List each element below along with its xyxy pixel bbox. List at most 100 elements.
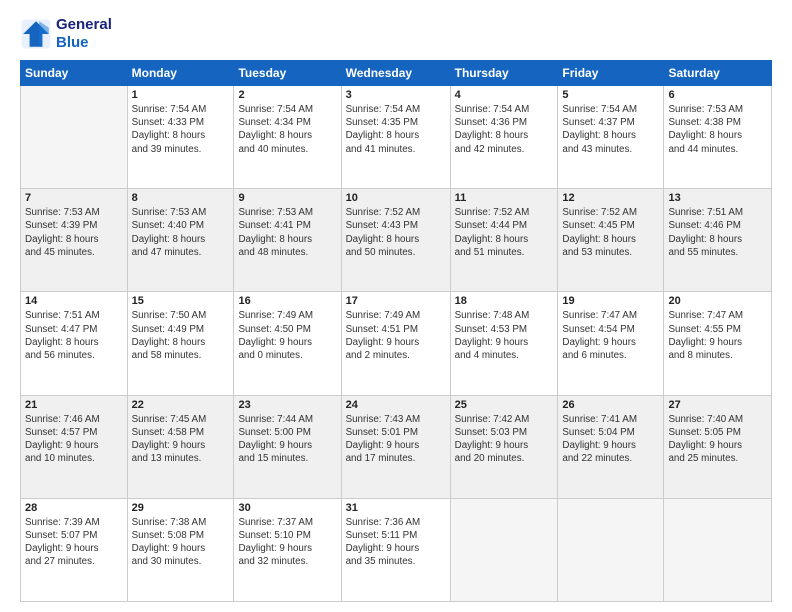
- day-info: Sunrise: 7:43 AM Sunset: 5:01 PM Dayligh…: [346, 413, 446, 466]
- day-info: Sunrise: 7:54 AM Sunset: 4:37 PM Dayligh…: [562, 103, 659, 156]
- day-info: Sunrise: 7:41 AM Sunset: 5:04 PM Dayligh…: [562, 413, 659, 466]
- calendar-cell: 12 Sunrise: 7:52 AM Sunset: 4:45 PM Dayli…: [558, 189, 664, 292]
- day-number: 18: [455, 295, 554, 307]
- day-number: 11: [455, 192, 554, 204]
- week-row-1: 1 Sunrise: 7:54 AM Sunset: 4:33 PM Daylig…: [21, 86, 772, 189]
- calendar-cell: 14Sunrise: 7:51 AM Sunset: 4:47 PM Dayli…: [21, 292, 128, 395]
- calendar-cell: 31 Sunrise: 7:36 AM Sunset: 5:11 PM Dayli…: [341, 498, 450, 601]
- day-info: Sunrise: 7:36 AM Sunset: 5:11 PM Dayligh…: [346, 516, 446, 569]
- calendar-cell: 2 Sunrise: 7:54 AM Sunset: 4:34 PM Daylig…: [234, 86, 341, 189]
- calendar-cell: 29Sunrise: 7:38 AM Sunset: 5:08 PM Dayli…: [127, 498, 234, 601]
- calendar-cell: 20 Sunrise: 7:47 AM Sunset: 4:55 PM Dayli…: [664, 292, 772, 395]
- day-info: Sunrise: 7:54 AM Sunset: 4:33 PM Dayligh…: [132, 103, 230, 156]
- calendar-cell: 22 Sunrise: 7:45 AM Sunset: 4:58 PM Dayli…: [127, 395, 234, 498]
- day-info: Sunrise: 7:53 AM Sunset: 4:41 PM Dayligh…: [238, 206, 336, 259]
- weekday-header-monday: Monday: [127, 61, 234, 86]
- day-info: Sunrise: 7:53 AM Sunset: 4:39 PM Dayligh…: [25, 206, 123, 259]
- day-info: Sunrise: 7:53 AM Sunset: 4:38 PM Dayligh…: [668, 103, 767, 156]
- day-info: Sunrise: 7:45 AM Sunset: 4:58 PM Dayligh…: [132, 413, 230, 466]
- day-info: Sunrise: 7:54 AM Sunset: 4:35 PM Dayligh…: [346, 103, 446, 156]
- day-number: 27: [668, 399, 767, 411]
- day-number: 31: [346, 502, 446, 514]
- day-number: 12: [562, 192, 659, 204]
- calendar-cell: 25 Sunrise: 7:42 AM Sunset: 5:03 PM Dayli…: [450, 395, 558, 498]
- weekday-header-saturday: Saturday: [664, 61, 772, 86]
- day-info: Sunrise: 7:42 AM Sunset: 5:03 PM Dayligh…: [455, 413, 554, 466]
- calendar-page: General Blue SundayMondayTuesdayWednesda…: [0, 0, 792, 612]
- day-info: Sunrise: 7:47 AM Sunset: 4:55 PM Dayligh…: [668, 309, 767, 362]
- day-number: 1: [132, 89, 230, 101]
- day-info: Sunrise: 7:51 AM Sunset: 4:46 PM Dayligh…: [668, 206, 767, 259]
- day-info: Sunrise: 7:48 AM Sunset: 4:53 PM Dayligh…: [455, 309, 554, 362]
- logo-text: General Blue: [56, 16, 112, 52]
- day-number: 22: [132, 399, 230, 411]
- day-number: 24: [346, 399, 446, 411]
- day-number: 30: [238, 502, 336, 514]
- calendar-cell: 7Sunrise: 7:53 AM Sunset: 4:39 PM Daylig…: [21, 189, 128, 292]
- day-number: 14: [25, 295, 123, 307]
- calendar-cell: [450, 498, 558, 601]
- weekday-header-tuesday: Tuesday: [234, 61, 341, 86]
- weekday-header-friday: Friday: [558, 61, 664, 86]
- calendar-cell: 17Sunrise: 7:49 AM Sunset: 4:51 PM Dayli…: [341, 292, 450, 395]
- day-number: 26: [562, 399, 659, 411]
- day-number: 3: [346, 89, 446, 101]
- weekday-header-sunday: Sunday: [21, 61, 128, 86]
- day-number: 20: [668, 295, 767, 307]
- calendar-cell: 9 Sunrise: 7:53 AM Sunset: 4:41 PM Daylig…: [234, 189, 341, 292]
- day-number: 2: [238, 89, 336, 101]
- calendar-cell: 23 Sunrise: 7:44 AM Sunset: 5:00 PM Dayli…: [234, 395, 341, 498]
- calendar-cell: [21, 86, 128, 189]
- day-number: 25: [455, 399, 554, 411]
- day-number: 21: [25, 399, 123, 411]
- day-number: 29: [132, 502, 230, 514]
- page-header: General Blue: [20, 16, 772, 52]
- day-info: Sunrise: 7:46 AM Sunset: 4:57 PM Dayligh…: [25, 413, 123, 466]
- day-info: Sunrise: 7:37 AM Sunset: 5:10 PM Dayligh…: [238, 516, 336, 569]
- calendar-cell: [558, 498, 664, 601]
- logo: General Blue: [20, 16, 112, 52]
- day-info: Sunrise: 7:54 AM Sunset: 4:34 PM Dayligh…: [238, 103, 336, 156]
- logo-icon: [20, 18, 52, 50]
- weekday-header-wednesday: Wednesday: [341, 61, 450, 86]
- day-number: 4: [455, 89, 554, 101]
- calendar-cell: 27 Sunrise: 7:40 AM Sunset: 5:05 PM Dayli…: [664, 395, 772, 498]
- day-info: Sunrise: 7:49 AM Sunset: 4:50 PM Dayligh…: [238, 309, 336, 362]
- day-number: 6: [668, 89, 767, 101]
- day-number: 15: [132, 295, 230, 307]
- day-number: 16: [238, 295, 336, 307]
- calendar-table: SundayMondayTuesdayWednesdayThursdayFrid…: [20, 60, 772, 602]
- calendar-cell: 11 Sunrise: 7:52 AM Sunset: 4:44 PM Dayli…: [450, 189, 558, 292]
- calendar-cell: 19Sunrise: 7:47 AM Sunset: 4:54 PM Dayli…: [558, 292, 664, 395]
- day-info: Sunrise: 7:52 AM Sunset: 4:43 PM Dayligh…: [346, 206, 446, 259]
- day-info: Sunrise: 7:50 AM Sunset: 4:49 PM Dayligh…: [132, 309, 230, 362]
- calendar-cell: 16 Sunrise: 7:49 AM Sunset: 4:50 PM Dayli…: [234, 292, 341, 395]
- calendar-cell: 15 Sunrise: 7:50 AM Sunset: 4:49 PM Dayli…: [127, 292, 234, 395]
- weekday-header-thursday: Thursday: [450, 61, 558, 86]
- calendar-cell: 28 Sunrise: 7:39 AM Sunset: 5:07 PM Dayli…: [21, 498, 128, 601]
- day-info: Sunrise: 7:39 AM Sunset: 5:07 PM Dayligh…: [25, 516, 123, 569]
- calendar-cell: 4 Sunrise: 7:54 AM Sunset: 4:36 PM Daylig…: [450, 86, 558, 189]
- day-number: 9: [238, 192, 336, 204]
- calendar-cell: 26 Sunrise: 7:41 AM Sunset: 5:04 PM Dayli…: [558, 395, 664, 498]
- day-number: 28: [25, 502, 123, 514]
- week-row-4: 21 Sunrise: 7:46 AM Sunset: 4:57 PM Dayli…: [21, 395, 772, 498]
- calendar-cell: 24 Sunrise: 7:43 AM Sunset: 5:01 PM Dayli…: [341, 395, 450, 498]
- calendar-cell: 10Sunrise: 7:52 AM Sunset: 4:43 PM Dayli…: [341, 189, 450, 292]
- week-row-2: 7Sunrise: 7:53 AM Sunset: 4:39 PM Daylig…: [21, 189, 772, 292]
- calendar-cell: 3 Sunrise: 7:54 AM Sunset: 4:35 PM Daylig…: [341, 86, 450, 189]
- day-info: Sunrise: 7:54 AM Sunset: 4:36 PM Dayligh…: [455, 103, 554, 156]
- calendar-cell: [664, 498, 772, 601]
- day-number: 23: [238, 399, 336, 411]
- calendar-cell: 18 Sunrise: 7:48 AM Sunset: 4:53 PM Dayli…: [450, 292, 558, 395]
- week-row-3: 14Sunrise: 7:51 AM Sunset: 4:47 PM Dayli…: [21, 292, 772, 395]
- calendar-cell: 6 Sunrise: 7:53 AM Sunset: 4:38 PM Daylig…: [664, 86, 772, 189]
- calendar-cell: 30 Sunrise: 7:37 AM Sunset: 5:10 PM Dayli…: [234, 498, 341, 601]
- day-info: Sunrise: 7:44 AM Sunset: 5:00 PM Dayligh…: [238, 413, 336, 466]
- day-info: Sunrise: 7:40 AM Sunset: 5:05 PM Dayligh…: [668, 413, 767, 466]
- day-number: 5: [562, 89, 659, 101]
- day-number: 19: [562, 295, 659, 307]
- calendar-cell: 13Sunrise: 7:51 AM Sunset: 4:46 PM Dayli…: [664, 189, 772, 292]
- day-info: Sunrise: 7:52 AM Sunset: 4:44 PM Dayligh…: [455, 206, 554, 259]
- day-info: Sunrise: 7:52 AM Sunset: 4:45 PM Dayligh…: [562, 206, 659, 259]
